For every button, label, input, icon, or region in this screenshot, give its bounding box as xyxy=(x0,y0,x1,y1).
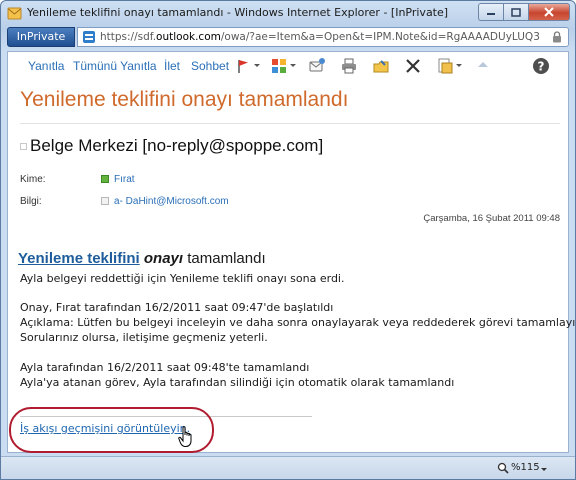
close-window-button[interactable] xyxy=(528,3,570,21)
reply-all-button[interactable]: Tümünü Yanıtla xyxy=(73,59,157,73)
zoom-level[interactable]: %115 xyxy=(511,462,540,473)
sent-date: Çarşamba, 16 Şubat 2011 09:48 xyxy=(423,213,560,224)
cc-label: Bilgi: xyxy=(20,196,42,207)
hand-cursor-icon xyxy=(178,426,192,447)
to-label: Kime: xyxy=(20,174,46,185)
zoom-icon[interactable] xyxy=(497,462,509,474)
body-line-3: Açıklama: Lütfen bu belgeyi inceleyin ve… xyxy=(20,316,576,329)
header-divider xyxy=(20,123,560,124)
message-toolbar: Yanıtla Tümünü Yanıtla İlet Sohbet ? xyxy=(8,52,568,82)
body-line-1: Ayla belgeyi reddettiği için Yenileme te… xyxy=(20,272,345,285)
print-icon[interactable] xyxy=(340,57,358,75)
flag-dropdown-icon[interactable] xyxy=(254,64,260,67)
page-icon xyxy=(83,31,95,43)
window-controls xyxy=(478,3,570,21)
presence-unknown-icon xyxy=(101,197,109,205)
document-link[interactable]: Yenileme teklifini xyxy=(18,250,140,267)
lock-icon[interactable] xyxy=(552,31,562,43)
browser-window: Yenileme teklifini onayı tamamlandı - Wi… xyxy=(0,0,576,480)
message-actions-icon[interactable] xyxy=(436,57,454,75)
maximize-button[interactable] xyxy=(503,3,528,21)
reply-button[interactable]: Yanıtla xyxy=(28,59,64,73)
body-heading: Yenileme teklifini onayı tamamlandı xyxy=(18,250,266,267)
minimize-button[interactable] xyxy=(478,3,503,21)
reading-pane: Yanıtla Tümünü Yanıtla İlet Sohbet ? Yen… xyxy=(7,51,575,453)
body-line-5: Ayla tarafından 16/2/2011 saat 09:48'te … xyxy=(20,361,310,374)
inprivate-badge[interactable]: InPrivate xyxy=(7,27,75,47)
forward-button[interactable]: İlet xyxy=(164,59,180,73)
to-recipient[interactable]: Fırat xyxy=(114,174,135,185)
minimize-icon xyxy=(487,13,495,15)
actions-dropdown-icon[interactable] xyxy=(456,64,462,67)
address-bar: InPrivate https://sdf.outlook.com/owa/?a… xyxy=(5,27,571,47)
body-line-2: Onay, Fırat tarafından 16/2/2011 saat 09… xyxy=(20,301,334,314)
flag-icon[interactable] xyxy=(234,57,252,75)
window-title: Yenileme teklifini onayı tamamlandı - Wi… xyxy=(27,6,449,19)
maximize-icon xyxy=(511,7,521,17)
body-line-4: Sorularınız olursa, iletişime geçmeniz y… xyxy=(20,331,268,344)
chat-button[interactable]: Sohbet xyxy=(191,59,229,73)
close-icon xyxy=(544,7,554,17)
title-bar[interactable]: Yenileme teklifini onayı tamamlandı - Wi… xyxy=(1,1,575,25)
zoom-dropdown-icon[interactable] xyxy=(541,468,547,471)
svg-text:?: ? xyxy=(538,60,545,74)
status-bar: %115 xyxy=(1,456,575,479)
delete-icon[interactable] xyxy=(404,57,422,75)
categories-icon[interactable] xyxy=(270,57,288,75)
message-subject: Yenileme teklifini onayı tamamlandı xyxy=(20,88,349,111)
mark-unread-icon[interactable] xyxy=(308,57,326,75)
url-text: https://sdf.outlook.com/owa/?ae=Item&a=O… xyxy=(100,31,540,43)
help-icon[interactable]: ? xyxy=(532,57,550,75)
move-to-folder-icon[interactable] xyxy=(372,57,390,75)
categories-dropdown-icon[interactable] xyxy=(290,64,296,67)
navigate-up-icon[interactable] xyxy=(474,57,492,75)
sender-presence-icon xyxy=(20,143,27,150)
message-sender[interactable]: Belge Merkezi [no-reply@spoppe.com] xyxy=(30,136,323,156)
body-line-6: Ayla'ya atanan görev, Ayla tarafından si… xyxy=(20,376,455,389)
url-field[interactable]: https://sdf.outlook.com/owa/?ae=Item&a=O… xyxy=(77,27,569,47)
outlook-app-icon xyxy=(7,7,22,20)
cc-recipient[interactable]: a- DaHint@Microsoft.com xyxy=(114,196,229,207)
presence-online-icon xyxy=(101,175,109,183)
